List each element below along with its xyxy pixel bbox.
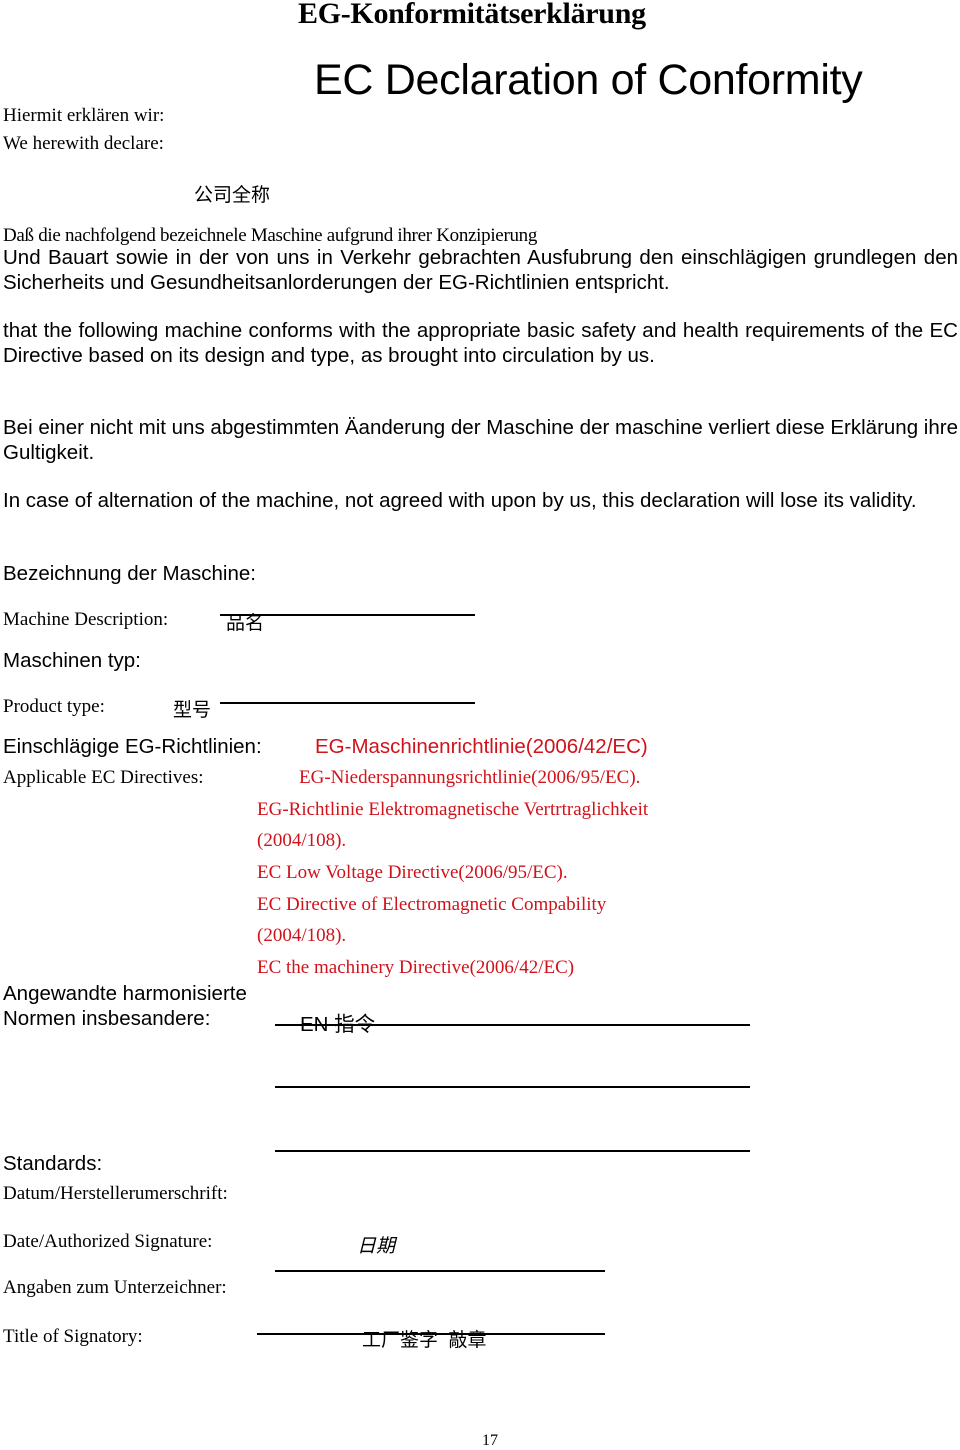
machine-description-label: Machine Description:: [3, 609, 169, 630]
signatory-label-german: Angaben zum Unterzeichner:: [3, 1277, 227, 1298]
standards-label-german-line1: Angewandte harmonisierte: [3, 982, 247, 1005]
directive-item: EG-Maschinenrichtlinie(2006/42/EC): [315, 735, 648, 758]
standards-value: EN 指令: [300, 1013, 376, 1036]
date-signature-label-english: Date/Authorized Signature:: [3, 1231, 213, 1252]
standards-label-german-line2: Normen insbesandere:: [3, 1007, 211, 1030]
date-signature-label-german: Datum/Herstellerumerschrift:: [3, 1183, 228, 1204]
standards-underline: [275, 1086, 750, 1088]
directive-item: EC the machinery Directive(2006/42/EC): [257, 957, 575, 978]
company-name-placeholder: 公司全称: [194, 185, 271, 206]
directive-item: EG-Richtlinie Elektromagnetische Vertrtr…: [257, 799, 649, 820]
intro-line-german: Daß die nachfolgend bezeichnele Maschine…: [3, 225, 538, 246]
directive-item: (2004/108).: [257, 925, 347, 946]
declare-label-english: We herewith declare:: [3, 133, 164, 154]
directive-item: EC Low Voltage Directive(2006/95/EC).: [257, 862, 568, 883]
standards-label-english: Standards:: [3, 1152, 103, 1175]
machine-type-label-german: Maschinen typ:: [3, 649, 141, 672]
paragraph-alteration-english: In case of alternation of the machine, n…: [3, 489, 917, 512]
paragraph-alteration-german: Bei einer nicht mit uns abgestimmten Äan…: [3, 416, 958, 464]
machine-description-underline: [220, 614, 475, 616]
directive-item: EG-Niederspannungsrichtlinie(2006/95/EC)…: [299, 767, 641, 788]
standards-underline: [275, 1150, 750, 1152]
machine-designation-label: Bezeichnung der Maschine:: [3, 562, 256, 585]
signatory-title-underline: [257, 1333, 605, 1335]
machine-description-value: 品名: [226, 613, 265, 634]
directives-label-german: Einschlägige EG-Richtlinien:: [3, 735, 262, 758]
product-type-value: 型号: [173, 700, 212, 721]
signatory-title-label: Title of Signatory:: [3, 1326, 143, 1347]
product-type-label: Product type:: [3, 696, 105, 717]
page-number: 17: [482, 1432, 498, 1449]
title-german: EG-Konformitätserklärung: [298, 0, 646, 30]
declare-label-german: Hiermit erklären wir:: [3, 105, 165, 126]
product-type-underline: [220, 702, 475, 704]
title-english: EC Declaration of Conformity: [314, 56, 863, 104]
paragraph-conformity-german: Und Bauart sowie in der von uns in Verke…: [3, 246, 958, 294]
directive-item: (2004/108).: [257, 830, 347, 851]
signature-underline: [275, 1270, 605, 1272]
directive-item: EC Directive of Electromagnetic Compabil…: [257, 894, 607, 915]
standards-underline: [275, 1024, 750, 1026]
paragraph-conformity-english: that the following machine conforms with…: [3, 319, 958, 367]
date-value: 日期: [357, 1236, 396, 1257]
signatory-title-value: 工厂鉴字 敲章: [362, 1330, 487, 1351]
directives-label-english: Applicable EC Directives:: [3, 767, 204, 788]
